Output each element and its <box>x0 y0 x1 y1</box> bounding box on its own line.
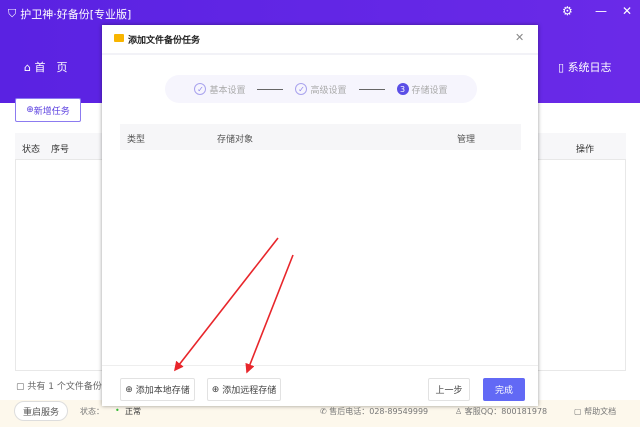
minimize-button[interactable]: — <box>595 4 607 18</box>
shield-icon: ⛉ <box>8 7 17 20</box>
settings-icon[interactable]: ⚙ <box>562 4 573 18</box>
task-summary: ▢ 共有 1 个文件备份任 <box>16 382 111 392</box>
plus-circle-icon: ⊕ <box>125 384 133 395</box>
status-label: 状态： <box>80 407 104 416</box>
dialog-header: 添加文件备份任务 ✕ <box>102 25 538 55</box>
add-remote-storage-button[interactable]: ⊕ 添加远程存储 <box>207 378 281 401</box>
step-indicator: ✓ 基本设置 ✓ 高级设置 3 存储设置 <box>165 75 477 103</box>
close-window-button[interactable]: ✕ <box>622 4 632 18</box>
log-icon: ▯ <box>558 61 565 74</box>
nav-home[interactable]: ⌂ 首 页 <box>24 59 67 75</box>
col-manage: 管理 <box>457 135 476 145</box>
help-docs-link[interactable]: ▢ 帮助文档 <box>574 406 616 417</box>
previous-step-button[interactable]: 上一步 <box>428 378 470 401</box>
step-advanced: ✓ 高级设置 <box>295 83 347 96</box>
step-divider <box>358 88 385 90</box>
col-type: 类型 <box>127 135 146 145</box>
app-title: ⛉ 护卫神·好备份[专业版] <box>8 7 132 21</box>
dialog-footer: ⊕ 添加本地存储 ⊕ 添加远程存储 上一步 完成 <box>102 365 538 406</box>
add-local-storage-button[interactable]: ⊕ 添加本地存储 <box>120 378 195 401</box>
nav-system-log[interactable]: ▯ 系统日志 <box>558 59 612 75</box>
step-storage: 3 存储设置 <box>396 83 448 96</box>
restart-service-button[interactable]: 重启服务 <box>14 401 68 421</box>
folder-icon <box>114 34 124 42</box>
add-backup-task-dialog: 添加文件备份任务 ✕ ✓ 基本设置 ✓ 高级设置 3 存储设置 类型 存储对象 管理 … <box>102 25 538 406</box>
phone-info: ✆ 售后电话：028-89549999 <box>320 407 429 416</box>
plus-circle-icon: ⊕ <box>26 105 34 115</box>
col-action: 操作 <box>576 145 595 155</box>
dialog-title: 添加文件备份任务 <box>128 36 201 46</box>
new-task-button[interactable]: ⊕ 新增任务 <box>15 98 81 122</box>
finish-button[interactable]: 完成 <box>483 378 525 401</box>
status-value: 正常 <box>125 407 141 416</box>
plus-circle-icon: ⊕ <box>211 384 220 395</box>
step-basic: ✓ 基本设置 <box>194 83 245 96</box>
col-status: 状态 <box>22 145 41 155</box>
step-divider <box>257 88 284 90</box>
col-target: 存储对象 <box>217 135 254 145</box>
check-icon: ✓ <box>295 83 308 95</box>
close-dialog-button[interactable]: ✕ <box>515 31 524 44</box>
storage-table-header: 类型 存储对象 管理 <box>120 124 521 150</box>
qq-info: ♙ 客服QQ：800181978 <box>455 407 548 416</box>
check-icon: ✓ <box>194 83 207 95</box>
col-index: 序号 <box>51 145 70 155</box>
status-dot: • <box>115 406 120 415</box>
home-icon: ⌂ <box>24 61 31 74</box>
step-number: 3 <box>396 83 409 95</box>
